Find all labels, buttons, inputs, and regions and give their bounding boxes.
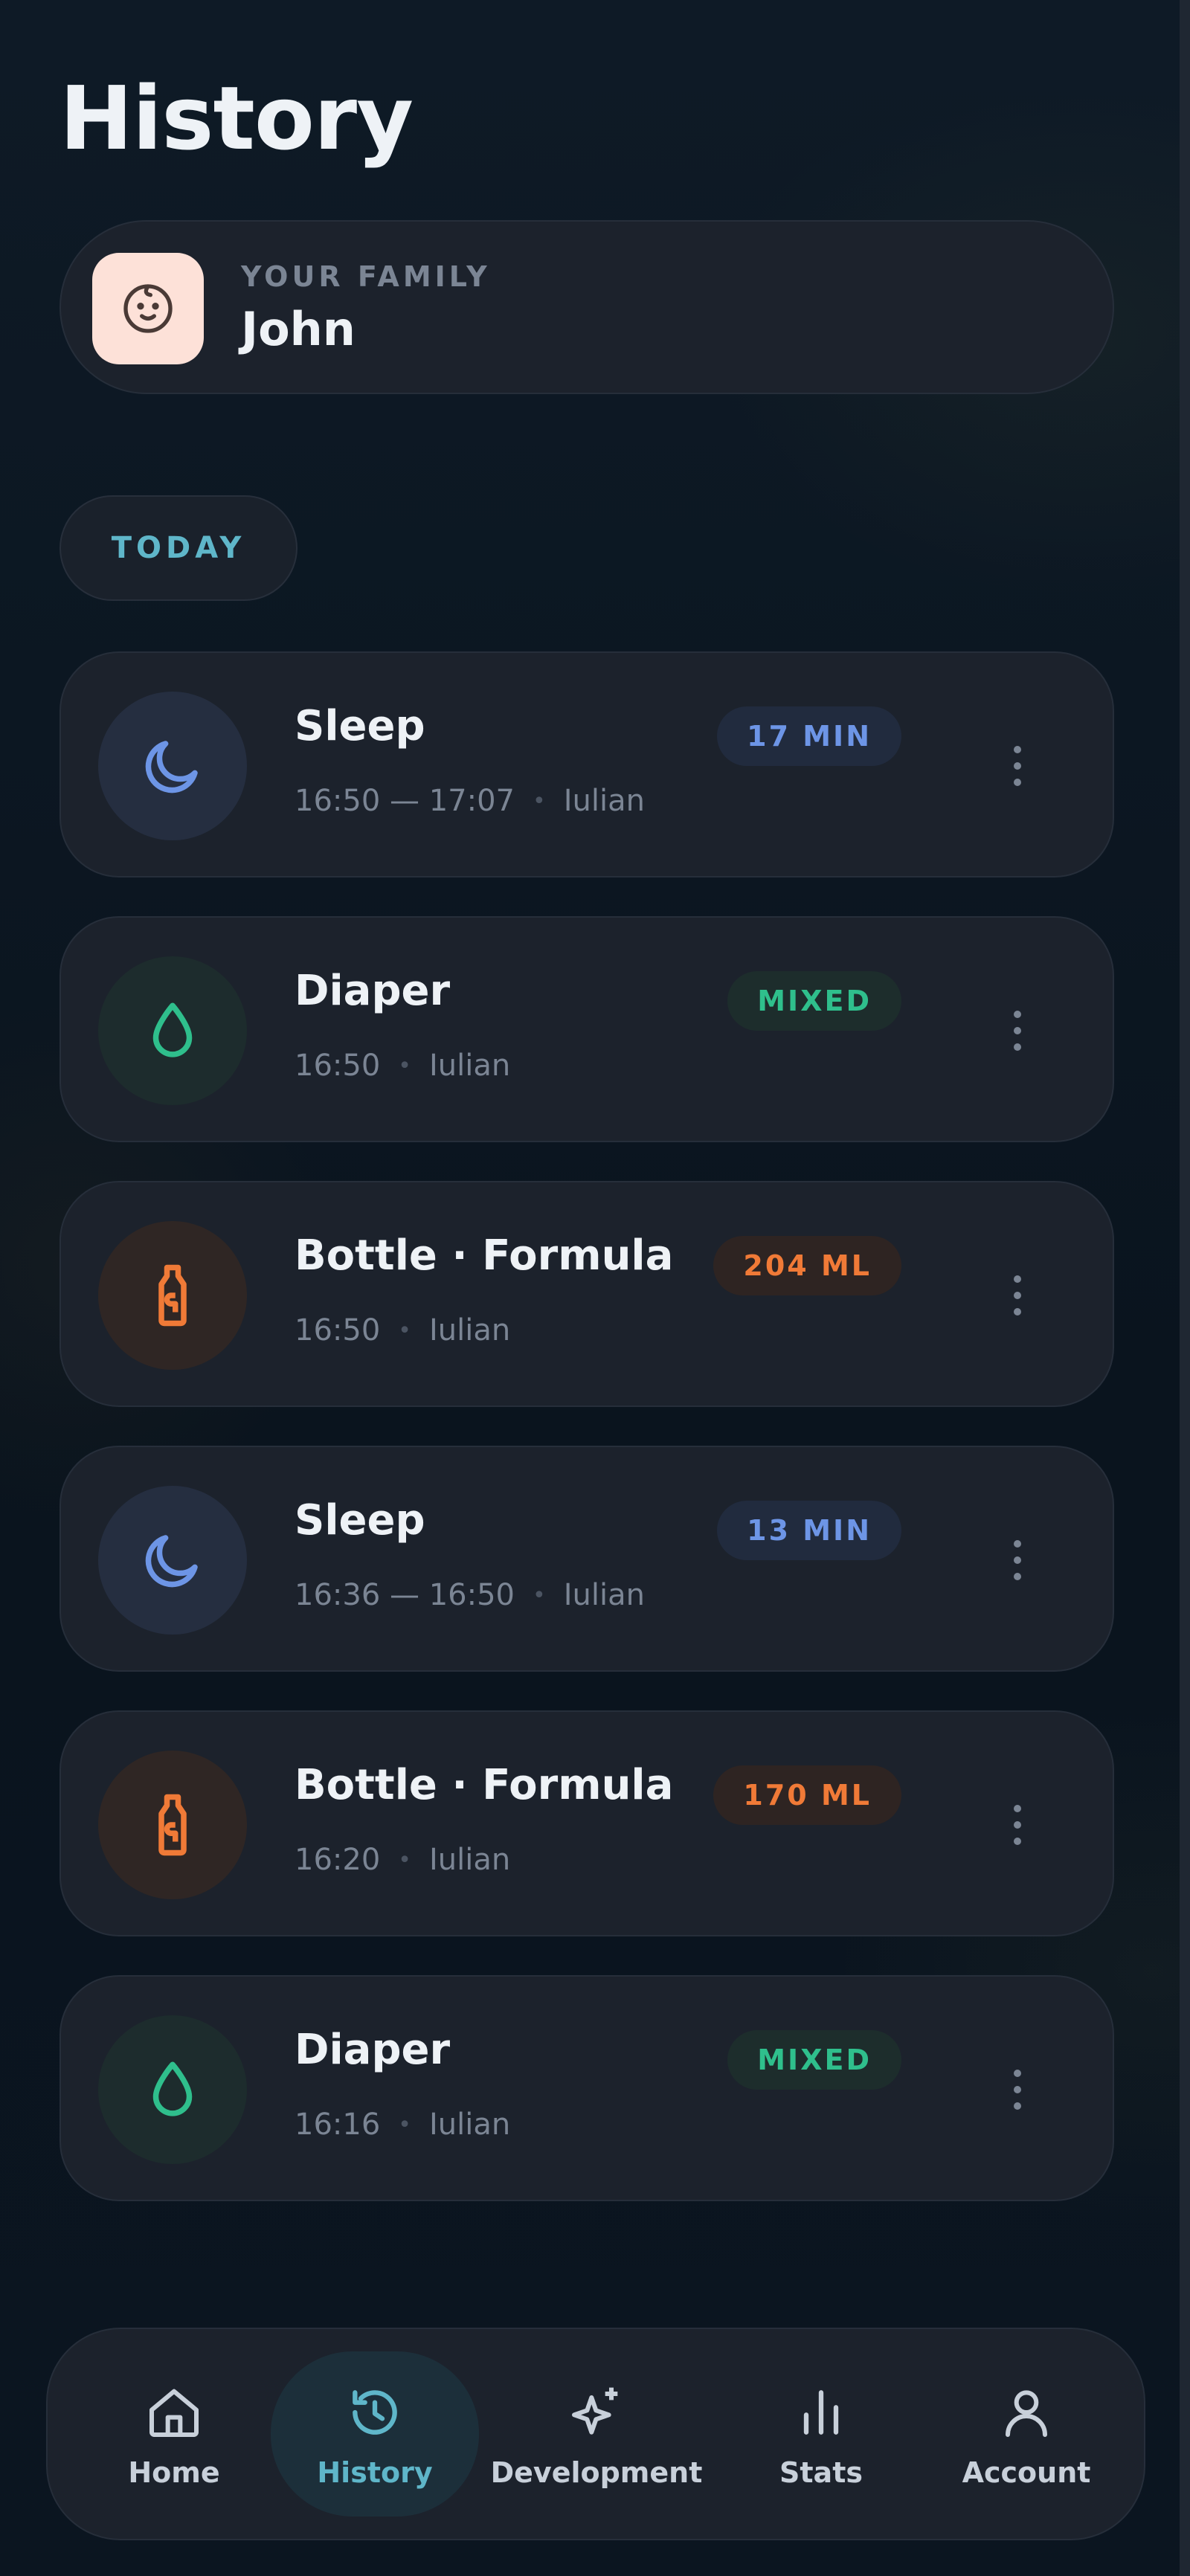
more-options-icon[interactable] — [1003, 1795, 1032, 1855]
drop-icon — [98, 956, 247, 1105]
nav-stats[interactable]: Stats — [717, 2351, 925, 2517]
nav-account[interactable]: Account — [922, 2351, 1130, 2517]
nav-home[interactable]: Home — [70, 2351, 278, 2517]
family-name: John — [241, 302, 356, 356]
more-options-icon[interactable] — [1003, 736, 1032, 796]
separator-dot: • — [398, 1846, 411, 1873]
sparkle-icon — [563, 2379, 630, 2446]
more-options-icon[interactable] — [1003, 2060, 1032, 2119]
more-options-icon[interactable] — [1003, 1001, 1032, 1060]
entry-time: 16:50 — [295, 1313, 381, 1347]
entry-author: Iulian — [563, 1578, 645, 1612]
more-options-icon[interactable] — [1003, 1266, 1032, 1325]
drop-icon — [98, 2015, 247, 2164]
entry-time: 16:50 — 17:07 — [295, 784, 515, 818]
entry-title: Sleep — [295, 702, 425, 750]
history-entry[interactable]: Sleep 16:36 — 16:50 • Iulian 13 MIN — [60, 1446, 1114, 1672]
entry-title: Sleep — [295, 1496, 425, 1545]
page-title: History — [60, 67, 414, 170]
family-selector[interactable]: YOUR FAMILY John — [60, 220, 1114, 394]
separator-dot: • — [398, 1317, 411, 1344]
entry-meta: 16:50 • Iulian — [295, 1049, 510, 1083]
moon-icon — [98, 1486, 247, 1635]
date-section-today: TODAY — [60, 495, 298, 601]
bottle-icon — [98, 1751, 247, 1899]
entry-title: Diaper — [295, 967, 451, 1015]
amount-badge: 204 ML — [713, 1236, 901, 1295]
bottom-nav: Home History Development Stats Account — [46, 2328, 1145, 2540]
duration-badge: 13 MIN — [717, 1501, 901, 1560]
history-entry[interactable]: Sleep 16:50 — 17:07 • Iulian 17 MIN — [60, 651, 1114, 878]
entry-time: 16:36 — 16:50 — [295, 1578, 515, 1612]
entry-meta: 16:50 — 17:07 • Iulian — [295, 784, 645, 818]
nav-label: Home — [128, 2456, 220, 2489]
history-entry[interactable]: Diaper 16:16 • Iulian MIXED — [60, 1975, 1114, 2201]
entry-author: Iulian — [428, 1049, 511, 1083]
entry-time: 16:16 — [295, 2108, 381, 2142]
entry-time: 16:50 — [295, 1049, 381, 1083]
scrollbar[interactable] — [1180, 0, 1190, 2576]
bar-chart-icon — [788, 2379, 855, 2446]
history-entry[interactable]: Bottle · Formula 16:50 • Iulian 204 ML — [60, 1181, 1114, 1407]
entry-meta: 16:50 • Iulian — [295, 1313, 510, 1347]
type-badge: MIXED — [727, 971, 901, 1031]
entry-author: Iulian — [428, 2108, 511, 2142]
entry-time: 16:20 — [295, 1843, 381, 1877]
more-options-icon[interactable] — [1003, 1530, 1032, 1590]
user-icon — [993, 2379, 1060, 2446]
entry-title: Bottle · Formula — [295, 1761, 674, 1809]
history-entry[interactable]: Diaper 16:50 • Iulian MIXED — [60, 916, 1114, 1142]
history-icon — [341, 2379, 408, 2446]
home-icon — [141, 2379, 208, 2446]
baby-face-icon — [92, 253, 204, 364]
nav-development[interactable]: Development — [490, 2351, 703, 2517]
family-label: YOUR FAMILY — [241, 260, 491, 293]
nav-label: Account — [962, 2456, 1091, 2489]
nav-history[interactable]: History — [271, 2351, 479, 2517]
nav-label: Development — [490, 2456, 703, 2489]
entry-author: Iulian — [428, 1843, 511, 1877]
amount-badge: 170 ML — [713, 1765, 901, 1825]
entry-author: Iulian — [428, 1313, 511, 1347]
type-badge: MIXED — [727, 2030, 901, 2090]
separator-dot: • — [398, 2111, 411, 2138]
nav-label: History — [317, 2456, 433, 2489]
duration-badge: 17 MIN — [717, 706, 901, 766]
moon-icon — [98, 692, 247, 840]
separator-dot: • — [398, 1052, 411, 1079]
entry-meta: 16:16 • Iulian — [295, 2108, 510, 2142]
bottle-icon — [98, 1221, 247, 1370]
entry-title: Bottle · Formula — [295, 1231, 674, 1280]
separator-dot: • — [532, 788, 546, 814]
entry-author: Iulian — [563, 784, 645, 818]
separator-dot: • — [532, 1582, 546, 1609]
nav-label: Stats — [779, 2456, 863, 2489]
entry-meta: 16:36 — 16:50 • Iulian — [295, 1578, 645, 1612]
entry-title: Diaper — [295, 2026, 451, 2074]
history-screen: History YOUR FAMILY John TODAY Sleep 16:… — [0, 0, 1190, 2576]
entry-meta: 16:20 • Iulian — [295, 1843, 510, 1877]
history-entry[interactable]: Bottle · Formula 16:20 • Iulian 170 ML — [60, 1710, 1114, 1936]
